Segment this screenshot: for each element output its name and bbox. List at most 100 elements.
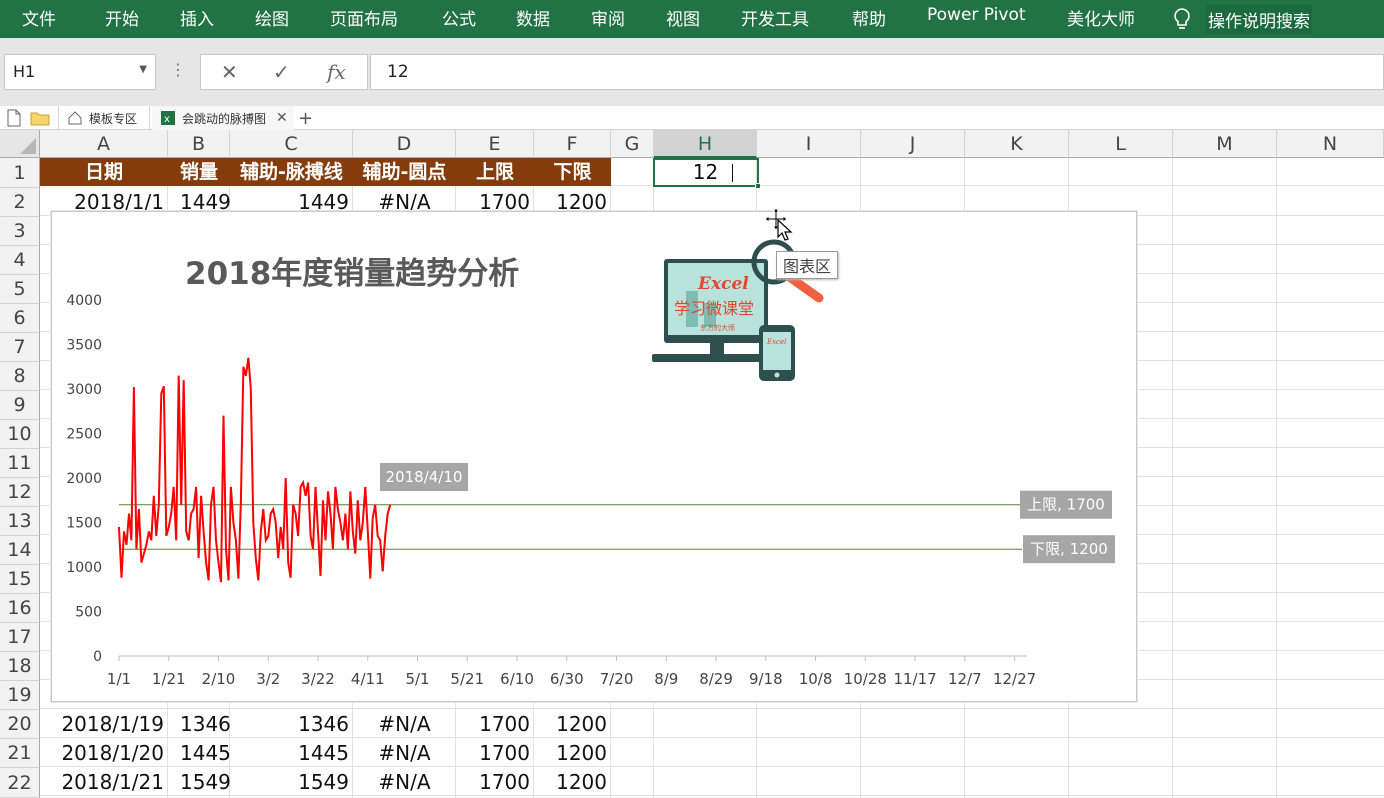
ribbon-tab-6[interactable]: 数据 (516, 5, 550, 30)
fx-icon[interactable]: fx (327, 60, 346, 84)
column-header-c[interactable]: C (230, 130, 353, 158)
header-cell-d[interactable]: 辅助-圆点 (353, 158, 456, 186)
select-all-button[interactable] (0, 130, 40, 158)
ribbon-tab-1[interactable]: 开始 (105, 5, 139, 30)
row-header-3[interactable]: 3 (0, 217, 40, 246)
row-header-10[interactable]: 10 (0, 420, 40, 449)
column-header-f[interactable]: F (534, 130, 611, 158)
svg-text:东方的大师: 东方的大师 (700, 323, 735, 332)
column-header-d[interactable]: D (353, 130, 456, 158)
column-header-j[interactable]: J (861, 130, 965, 158)
chevron-down-icon[interactable]: ▼ (139, 64, 147, 75)
row-header-16[interactable]: 16 (0, 594, 40, 623)
header-cell-a[interactable]: 日期 (40, 158, 168, 186)
cell-e20[interactable]: 1700 (456, 710, 530, 738)
header-cell-f[interactable]: 下限 (534, 158, 611, 186)
cell-c22[interactable]: 1549 (230, 768, 349, 796)
ribbon-tab-0[interactable]: 文件 (22, 5, 56, 30)
row-header-5[interactable]: 5 (0, 275, 40, 304)
column-header-b[interactable]: B (168, 130, 230, 158)
cell-d20[interactable]: #N/A (353, 710, 456, 738)
header-cell-b[interactable]: 销量 (168, 158, 230, 186)
cell-c20[interactable]: 1346 (230, 710, 349, 738)
row-header-2[interactable]: 2 (0, 188, 40, 217)
cell-f20[interactable]: 1200 (534, 710, 607, 738)
pulse-marker-label: 2018/4/10 (380, 463, 468, 491)
column-header-e[interactable]: E (456, 130, 534, 158)
cell-f21[interactable]: 1200 (534, 739, 607, 767)
gridline (1276, 158, 1277, 798)
x-tick-label: 1/21 (152, 670, 186, 688)
ribbon-tab-9[interactable]: 开发工具 (741, 5, 809, 30)
ribbon-tab-5[interactable]: 公式 (442, 5, 476, 30)
column-header-l[interactable]: L (1069, 130, 1173, 158)
row-header-7[interactable]: 7 (0, 333, 40, 362)
cell-b20[interactable]: 1346 (180, 710, 231, 738)
cell-d21[interactable]: #N/A (353, 739, 456, 767)
row-header-22[interactable]: 22 (0, 768, 40, 798)
add-tab-button[interactable]: + (298, 106, 313, 130)
header-cell-c[interactable]: 辅助-脉搏线 (230, 158, 353, 186)
chart-area[interactable]: 2018年度销量趋势分析 0 500 1000 1500 2000 2500 3000 3500… (51, 211, 1137, 702)
cell-h1[interactable]: 12 (654, 158, 757, 186)
cell-e22[interactable]: 1700 (456, 768, 530, 796)
column-header-m[interactable]: M (1173, 130, 1277, 158)
row-header-1[interactable]: 1 (0, 158, 40, 188)
cell-a22[interactable]: 2018/1/21 (40, 768, 164, 796)
row-header-9[interactable]: 9 (0, 391, 40, 420)
ribbon-tab-3[interactable]: 绘图 (255, 5, 289, 30)
row-header-12[interactable]: 12 (0, 478, 40, 507)
tab-template-zone-label: 模板专区 (89, 111, 138, 126)
ribbon-tab-7[interactable]: 审阅 (591, 5, 625, 30)
close-icon[interactable]: ✕ (276, 110, 288, 126)
cell-b22[interactable]: 1549 (180, 768, 231, 796)
cell-c21[interactable]: 1445 (230, 739, 349, 767)
tab-template-zone[interactable]: 模板专区 (58, 106, 150, 130)
row-header-11[interactable]: 11 (0, 449, 40, 478)
column-header-n[interactable]: N (1277, 130, 1384, 158)
row-header-13[interactable]: 13 (0, 507, 40, 536)
folder-icon[interactable] (30, 106, 50, 130)
cell-f22[interactable]: 1200 (534, 768, 607, 796)
tell-me-search[interactable]: 操作说明搜索 (1168, 0, 1312, 38)
header-cell-e[interactable]: 上限 (456, 158, 534, 186)
ribbon-tab-11[interactable]: Power Pivot (927, 5, 1026, 25)
cell-a20[interactable]: 2018/1/19 (40, 710, 164, 738)
formula-input[interactable]: 12 (370, 54, 1384, 90)
confirm-icon[interactable]: ✓ (273, 60, 290, 84)
tab-workbook[interactable]: x 会跳动的脉搏图 ✕ (152, 106, 294, 130)
row-header-14[interactable]: 14 (0, 536, 40, 565)
name-box[interactable]: H1 ▼ (4, 54, 156, 90)
row-header-18[interactable]: 18 (0, 652, 40, 681)
row-header-8[interactable]: 8 (0, 362, 40, 391)
ribbon-tab-2[interactable]: 插入 (180, 5, 214, 30)
x-tick-label: 9/18 (749, 670, 783, 688)
ribbon-tab-8[interactable]: 视图 (666, 5, 700, 30)
name-box-value: H1 (13, 62, 36, 81)
svg-text:x: x (164, 114, 170, 125)
row-header-20[interactable]: 20 (0, 710, 40, 739)
cancel-icon[interactable]: ✕ (221, 60, 238, 84)
ribbon-tab-4[interactable]: 页面布局 (330, 5, 398, 30)
drag-handle-icon[interactable]: ⋮ (170, 60, 186, 79)
row-header-4[interactable]: 4 (0, 246, 40, 275)
column-header-a[interactable]: A (40, 130, 168, 158)
row-header-19[interactable]: 19 (0, 681, 40, 710)
column-header-g[interactable]: G (611, 130, 654, 158)
cell-b21[interactable]: 1445 (180, 739, 231, 767)
row-header-17[interactable]: 17 (0, 623, 40, 652)
row-header-15[interactable]: 15 (0, 565, 40, 594)
search-label: 操作说明搜索 (1206, 4, 1312, 34)
column-header-h[interactable]: H (654, 130, 757, 158)
row-header-6[interactable]: 6 (0, 304, 40, 333)
cell-e21[interactable]: 1700 (456, 739, 530, 767)
column-header-i[interactable]: I (757, 130, 861, 158)
x-tick-label: 8/29 (699, 670, 733, 688)
cell-a21[interactable]: 2018/1/20 (40, 739, 164, 767)
row-header-21[interactable]: 21 (0, 739, 40, 768)
ribbon-tab-10[interactable]: 帮助 (852, 5, 886, 30)
cell-d22[interactable]: #N/A (353, 768, 456, 796)
column-header-k[interactable]: K (965, 130, 1069, 158)
new-document-icon[interactable] (6, 106, 22, 130)
ribbon-tab-12[interactable]: 美化大师 (1067, 5, 1135, 30)
